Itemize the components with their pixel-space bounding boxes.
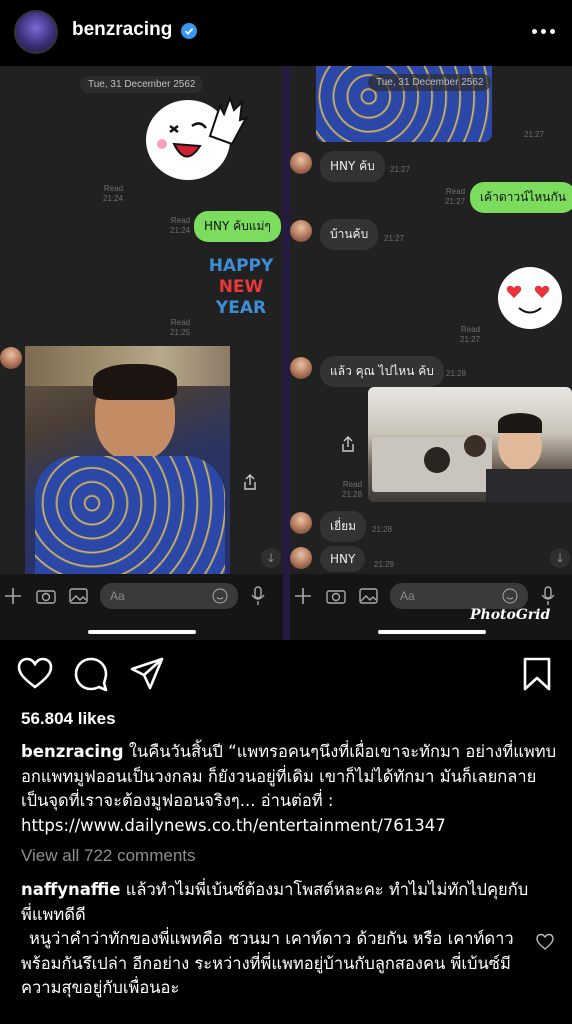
chat-bubble-received: บ้านค้บ bbox=[320, 219, 379, 250]
right-chat-screenshot: Tue, 31 December 2562 21:27 HNY ค้บ 21:2… bbox=[290, 66, 572, 640]
contact-avatar bbox=[290, 357, 312, 379]
chat-bubble-received: HNY bbox=[320, 546, 366, 572]
read-receipt: Read 21:27 bbox=[445, 187, 466, 206]
chat-bubble-received: HNY ค้บ bbox=[320, 151, 385, 182]
microphone-icon[interactable] bbox=[251, 586, 265, 606]
post-caption: benzracing ในคืนวันสิ้นปี “แพทรอคนๆนึงที… bbox=[21, 740, 557, 838]
message-input[interactable]: Aa bbox=[100, 583, 238, 609]
share-icon[interactable] bbox=[243, 474, 257, 490]
left-chat-screenshot: Tue, 31 December 2562 Read 21:24 Read 21:2… bbox=[0, 66, 283, 640]
collage-divider bbox=[283, 66, 290, 640]
emoji-icon[interactable] bbox=[212, 588, 228, 604]
comment-icon[interactable] bbox=[73, 656, 109, 692]
profile-username[interactable]: benzracing bbox=[72, 19, 172, 41]
caption-username[interactable]: benzracing bbox=[21, 742, 124, 761]
plus-icon[interactable] bbox=[4, 587, 22, 605]
contact-avatar bbox=[290, 220, 312, 242]
save-bookmark-icon[interactable] bbox=[519, 656, 555, 692]
comment-username[interactable]: naffynaffie bbox=[21, 880, 120, 899]
scroll-down-icon[interactable]: ↓ bbox=[550, 548, 570, 568]
chat-bubble-received: เยี่ยม bbox=[320, 511, 367, 542]
read-receipt: Read 21:25 bbox=[170, 318, 191, 337]
profile-avatar[interactable] bbox=[14, 10, 58, 54]
group-photo bbox=[368, 387, 572, 502]
read-receipt: Read 21:28 bbox=[342, 480, 363, 499]
like-heart-icon[interactable] bbox=[17, 656, 53, 692]
contact-avatar bbox=[0, 347, 22, 369]
microphone-icon[interactable] bbox=[541, 586, 555, 606]
chat-input-bar: Aa bbox=[0, 574, 283, 618]
plus-icon[interactable] bbox=[294, 587, 312, 605]
camera-icon[interactable] bbox=[36, 588, 56, 604]
verified-badge-icon bbox=[181, 23, 197, 39]
photogrid-watermark: PhotoGrid bbox=[470, 607, 551, 623]
chat-bubble-received: แล้ว คุณ ไปไหน ค้บ bbox=[320, 356, 444, 387]
post-image[interactable]: Tue, 31 December 2562 Read 21:24 Read 21:2… bbox=[0, 66, 572, 640]
comment-text-continued: หนูว่าคำว่าทักของพี่แพทคือ ชวนมา เคาท์ดา… bbox=[21, 929, 514, 997]
comment: naffynaffie แล้วทำไมพี่เบ้นซ์ต้องมาโพสต์… bbox=[21, 878, 529, 1001]
chat-bubble-sent: เค้าดาวน์ไหนกัน bbox=[470, 182, 572, 213]
read-receipt: Read 21:27 bbox=[460, 325, 481, 344]
share-icon[interactable] bbox=[341, 436, 355, 452]
heart-eyes-emoji-icon bbox=[498, 267, 562, 329]
home-indicator bbox=[88, 630, 196, 634]
emoji-icon[interactable] bbox=[502, 588, 518, 604]
camera-icon[interactable] bbox=[326, 588, 346, 604]
gallery-icon[interactable] bbox=[69, 588, 88, 604]
home-indicator bbox=[378, 630, 486, 634]
message-input[interactable]: Aa bbox=[390, 583, 528, 609]
comment-like-heart-icon[interactable] bbox=[536, 933, 554, 951]
scroll-down-icon[interactable]: ↓ bbox=[261, 548, 281, 568]
chat-bubble-sent: HNY ค้บแม่ๆ bbox=[194, 211, 281, 242]
gallery-icon[interactable] bbox=[359, 588, 378, 604]
more-options-icon[interactable] bbox=[528, 16, 558, 46]
happy-new-year-sticker: HAPPY NEW YEAR bbox=[208, 256, 274, 318]
contact-avatar bbox=[290, 547, 312, 569]
read-receipt: Read 21:24 bbox=[103, 184, 124, 203]
view-all-comments-link[interactable]: View all 722 comments bbox=[21, 846, 196, 866]
likes-count[interactable]: 56.804 likes bbox=[21, 709, 116, 729]
date-pill: Tue, 31 December 2562 bbox=[368, 74, 492, 91]
contact-avatar bbox=[290, 152, 312, 174]
waving-sticker-icon bbox=[146, 95, 249, 180]
share-direct-icon[interactable] bbox=[129, 656, 165, 692]
contact-avatar bbox=[290, 512, 312, 534]
kid-photo bbox=[25, 346, 230, 574]
read-receipt: Read 21:24 bbox=[170, 216, 191, 235]
